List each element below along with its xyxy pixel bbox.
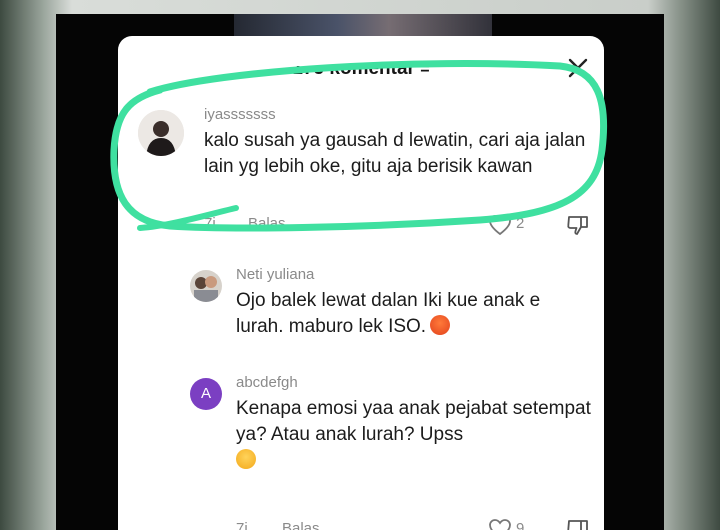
reply-item: A abcdefgh Kenapa emosi yaa anak pejabat… xyxy=(118,366,604,530)
angry-face-icon xyxy=(430,315,451,335)
comment-item: iyasssssss kalo susah ya gausah d lewati… xyxy=(118,96,604,246)
avatar[interactable] xyxy=(138,110,184,156)
comment-text: kalo susah ya gausah d lewatin, cari aja… xyxy=(204,130,586,177)
reply-username[interactable]: abcdefgh xyxy=(236,374,298,391)
heart-icon[interactable] xyxy=(488,214,512,241)
reply-text: Kenapa emosi yaa anak pejabat setempat y… xyxy=(236,396,598,474)
reply-time: 7j xyxy=(236,520,248,530)
reply-button[interactable]: Balas xyxy=(282,520,320,530)
comment-time: 7j xyxy=(204,215,216,232)
reply-username[interactable]: Neti yuliana xyxy=(236,266,314,283)
avatar[interactable]: A xyxy=(190,378,222,410)
reply-button[interactable]: Balas xyxy=(248,215,286,232)
dislike-icon[interactable] xyxy=(566,214,590,241)
avatar-letter: A xyxy=(200,385,211,402)
heart-icon[interactable] xyxy=(488,518,512,530)
caret-down-icon[interactable]: = xyxy=(420,66,429,78)
dislike-icon[interactable] xyxy=(566,518,590,530)
comments-count-title: 175 komentar = xyxy=(292,58,430,79)
kissing-face-icon xyxy=(236,449,256,469)
comments-sheet: 175 komentar = iyasssssss kalo susah ya … xyxy=(118,36,604,530)
comment-username[interactable]: iyasssssss xyxy=(204,106,276,123)
like-count: 2 xyxy=(516,215,525,232)
avatar[interactable] xyxy=(190,270,222,302)
reply-item: Neti yuliana Ojo balek lewat dalan Iki k… xyxy=(118,258,604,358)
like-count: 9 xyxy=(516,520,525,530)
close-icon[interactable] xyxy=(566,56,590,80)
reply-text: Ojo balek lewat dalan Iki kue anak e lur… xyxy=(236,290,541,337)
